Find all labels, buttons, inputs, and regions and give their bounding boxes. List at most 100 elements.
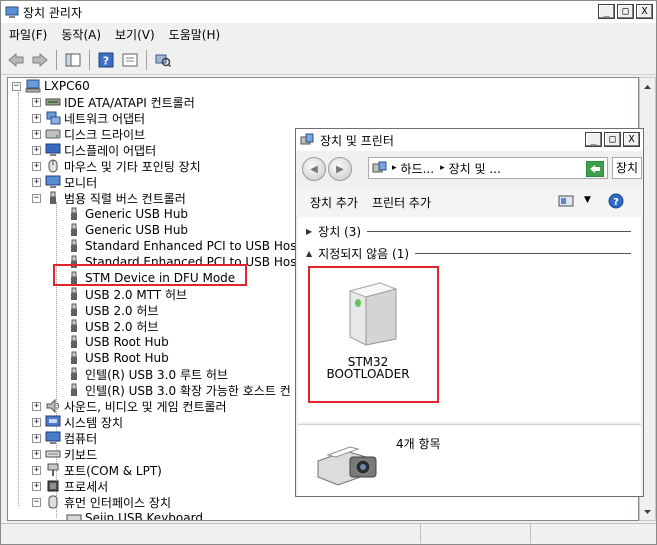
menu-action[interactable]: 동작(A) <box>61 26 101 43</box>
tree-category-usb[interactable]: − 범용 직렬 버스 컨트롤러 <box>32 190 186 206</box>
expand-toggle[interactable]: + <box>32 177 41 187</box>
scan-hardware-button[interactable] <box>152 49 174 71</box>
tree-device-intel-usb3-root-hub[interactable]: 인텔(R) USB 3.0 루트 허브 <box>66 366 228 382</box>
tree-device-usb2-hub[interactable]: USB 2.0 허브 <box>66 318 158 334</box>
tree-category-label: 휴먼 인터페이스 장치 <box>64 495 171 510</box>
monitor-icon <box>45 175 61 189</box>
tree-category-network[interactable]: + 네트워크 어댑터 <box>32 110 145 126</box>
tree-device-usb-hub[interactable]: Generic USB Hub <box>66 206 188 222</box>
show-hide-tree-button[interactable] <box>62 49 84 71</box>
item-count: 4개 항목 <box>396 437 441 451</box>
tree-category-port[interactable]: + 포트(COM & LPT) <box>32 462 162 478</box>
tree-device-keyboard[interactable]: Seiin USB Keyboard <box>66 510 203 520</box>
expand-toggle[interactable]: + <box>32 417 41 427</box>
popup-forward-button[interactable]: ▶ <box>328 157 352 181</box>
back-arrow-icon: ◀ <box>310 163 318 175</box>
close-button[interactable]: X <box>636 4 653 19</box>
tree-category-processor[interactable]: + 프로세서 <box>32 478 108 494</box>
expand-toggle[interactable]: + <box>32 161 41 171</box>
tree-category-display[interactable]: + 디스플레이 어댑터 <box>32 142 156 158</box>
collapse-toggle[interactable]: − <box>32 193 41 203</box>
scroll-down-button[interactable] <box>640 503 655 520</box>
menu-file[interactable]: 파일(F) <box>9 26 47 43</box>
group-header-devices[interactable]: ▶ 장치 (3) <box>298 223 639 239</box>
tree-device-label: USB 2.0 MTT 허브 <box>85 287 188 302</box>
details-pane: 4개 항목 <box>298 424 641 496</box>
popup-maximize-button[interactable]: □ <box>604 132 621 147</box>
collapse-toggle[interactable]: − <box>12 81 21 91</box>
tree-device-usb-host[interactable]: Standard Enhanced PCI to USB Host <box>66 238 301 254</box>
tree-device-usb2-hub[interactable]: USB 2.0 허브 <box>66 302 158 318</box>
expand-toggle[interactable]: + <box>32 113 41 123</box>
help-button[interactable]: ? <box>95 49 117 71</box>
tree-device-label: Generic USB Hub <box>85 207 189 221</box>
breadcrumb-item[interactable]: 하드... <box>401 160 435 177</box>
tree-line <box>18 92 19 506</box>
group-label: 장치 (3) <box>318 224 362 239</box>
expand-toggle[interactable]: + <box>32 97 41 107</box>
menu-help[interactable]: 도움말(H) <box>169 26 221 43</box>
tree-category-ide[interactable]: + IDE ATA/ATAPI 컨트롤러 <box>32 94 195 110</box>
maximize-button[interactable]: □ <box>617 4 634 19</box>
disk-drive-icon <box>45 127 61 141</box>
breadcrumb-item[interactable]: 장치 및 ... <box>449 160 501 177</box>
tree-device-usb-mtt-hub[interactable]: USB 2.0 MTT 허브 <box>66 286 187 302</box>
tree-category-sound[interactable]: + 사운드, 비디오 및 게임 컨트롤러 <box>32 398 227 414</box>
console-tree-icon <box>65 53 81 66</box>
scroll-up-button[interactable] <box>640 78 655 95</box>
tree-category-keyboard[interactable]: + 키보드 <box>32 446 97 462</box>
minimize-button[interactable]: _ <box>598 4 615 19</box>
add-device-button[interactable]: 장치 추가 <box>310 194 358 211</box>
status-bar <box>1 523 656 544</box>
tree-category-system[interactable]: + 시스템 장치 <box>32 414 123 430</box>
tree-root[interactable]: − LXPC60 <box>12 78 90 94</box>
expand-toggle[interactable]: + <box>32 449 41 459</box>
collapse-toggle[interactable]: − <box>32 497 41 507</box>
command-bar: 장치 추가 프린터 추가 ▼ ? <box>296 187 643 217</box>
tree-category-disk[interactable]: + 디스크 드라이브 <box>32 126 145 142</box>
keyboard-icon <box>66 511 82 520</box>
refresh-icon[interactable] <box>586 161 604 177</box>
help-icon[interactable]: ? <box>608 193 624 209</box>
processor-icon <box>45 479 61 493</box>
usb-device-icon <box>66 367 82 381</box>
popup-back-button[interactable]: ◀ <box>302 157 326 181</box>
tree-device-usb-root-hub[interactable]: USB Root Hub <box>66 350 169 366</box>
title-bar[interactable]: 장치 관리자 _ □ X <box>1 1 656 23</box>
tree-device-usb-root-hub[interactable]: USB Root Hub <box>66 334 169 350</box>
tree-category-computer[interactable]: + 컴퓨터 <box>32 430 97 446</box>
tree-device-intel-usb3-host[interactable]: 인텔(R) USB 3.0 확장 가능한 호스트 컨 <box>66 382 291 398</box>
search-input[interactable]: 장치 <box>612 157 642 179</box>
expand-toggle[interactable]: + <box>32 465 41 475</box>
expand-toggle[interactable]: + <box>32 401 41 411</box>
popup-title: 장치 및 프린터 <box>320 133 394 148</box>
back-button[interactable] <box>5 49 27 71</box>
status-cell <box>421 524 531 543</box>
forward-button[interactable] <box>29 49 51 71</box>
expand-toggle[interactable]: + <box>32 129 41 139</box>
expand-toggle[interactable]: + <box>32 433 41 443</box>
chevron-down-icon[interactable]: ▼ <box>584 195 591 205</box>
tree-category-label: 모니터 <box>64 175 98 190</box>
address-bar[interactable]: ▸ 하드... ▸ 장치 및 ... ▼ <box>368 157 608 179</box>
popup-minimize-button[interactable]: _ <box>585 132 602 147</box>
tree-device-label: USB 2.0 허브 <box>85 319 159 334</box>
devices-and-printers-window: 장치 및 프린터 _ □ X ◀ ▶ ▸ 하드... ▸ 장치 및 ... ▼ … <box>295 128 644 497</box>
tree-device-usb-hub[interactable]: Generic USB Hub <box>66 222 188 238</box>
menu-view[interactable]: 보기(V) <box>115 26 155 43</box>
popup-close-button[interactable]: X <box>623 132 640 147</box>
expand-triangle-icon: ▶ <box>306 226 313 236</box>
tree-category-monitor[interactable]: + 모니터 <box>32 174 97 190</box>
tree-category-hid[interactable]: − 휴먼 인터페이스 장치 <box>32 494 171 510</box>
properties-button[interactable] <box>119 49 141 71</box>
add-printer-button[interactable]: 프린터 추가 <box>372 194 431 211</box>
devices-printers-icon <box>300 133 314 145</box>
tree-category-mouse[interactable]: + 마우스 및 기타 포인팅 장치 <box>32 158 201 174</box>
highlight-box-stm-dfu <box>53 264 247 286</box>
expand-toggle[interactable]: + <box>32 481 41 491</box>
expand-toggle[interactable]: + <box>32 145 41 155</box>
group-header-unspecified[interactable]: ▲ 지정되지 않음 (1) <box>298 245 639 261</box>
view-options-icon[interactable] <box>558 195 574 207</box>
popup-title-bar[interactable]: 장치 및 프린터 _ □ X <box>296 129 643 151</box>
control-panel-icon <box>372 161 387 173</box>
